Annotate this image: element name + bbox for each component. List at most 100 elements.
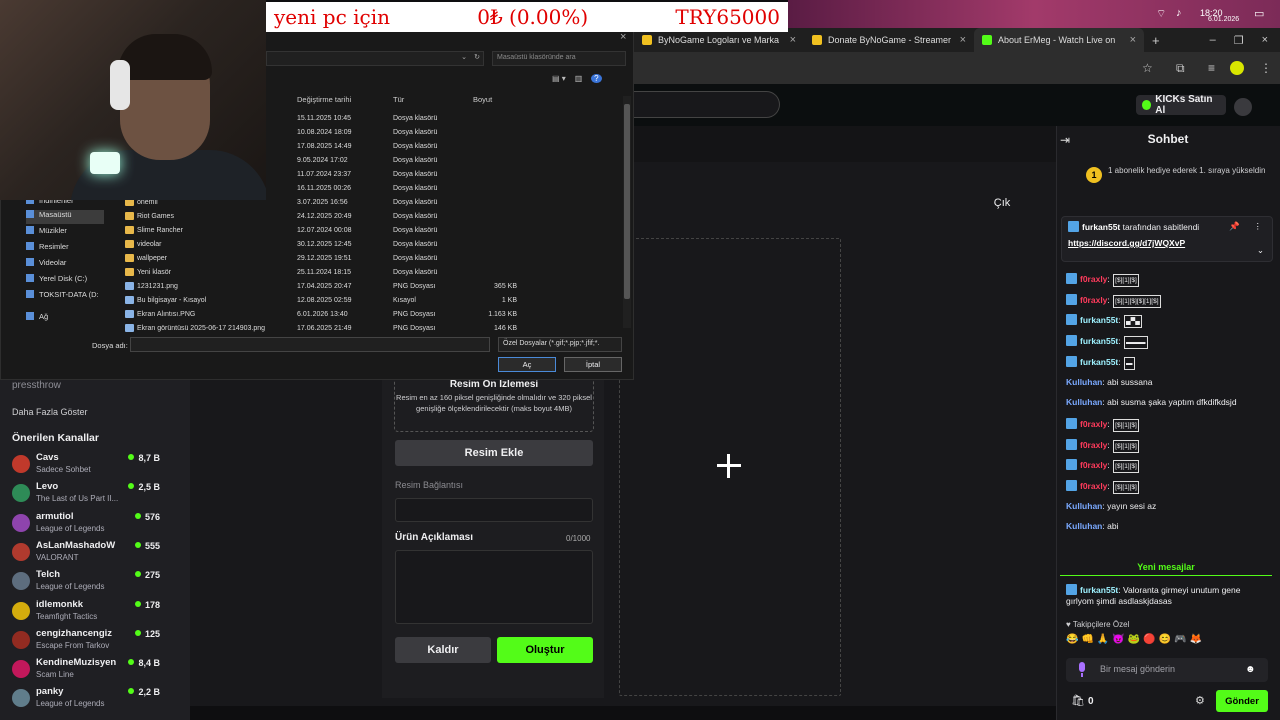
chat-username[interactable]: Kulluhan [1066, 501, 1102, 511]
nav-item[interactable]: Ağ [26, 312, 104, 326]
recommended-channel-item[interactable]: panky League of Legends 2,2 B [10, 686, 180, 715]
tab-close-icon[interactable]: × [790, 34, 796, 46]
scrollbar-thumb[interactable] [624, 104, 630, 299]
emoji-picker-icon[interactable]: ☻ [1245, 664, 1256, 675]
filetype-select[interactable]: Özel Dosyalar (*.gif;*.pjp;*.jfif;*. [498, 337, 622, 352]
recommended-channel-item[interactable]: armutiol League of Legends 576 [10, 511, 180, 540]
chevron-down-icon[interactable]: ⌄ [1257, 245, 1264, 256]
create-button[interactable]: Oluştur [497, 637, 593, 663]
exit-button[interactable]: Çık [980, 192, 1024, 214]
chat-settings-gear-icon[interactable]: ⚙ [1195, 694, 1205, 707]
send-message-button[interactable]: Gönder [1216, 690, 1268, 712]
file-row[interactable]: videolar 30.12.2025 12:45 Dosya klasörü [120, 238, 620, 252]
channel-points-icon[interactable]: 🛍 [1071, 694, 1085, 707]
new-messages-divider[interactable]: Yeni mesajlar [1060, 562, 1272, 576]
chat-username[interactable]: Kulluhan [1066, 397, 1102, 407]
tab-donate-bynogame[interactable]: Donate ByNoGame - Streamer × [804, 28, 974, 52]
chat-username[interactable]: f0raxly [1080, 295, 1107, 305]
chat-username[interactable]: furkan55t [1080, 336, 1118, 346]
buy-kicks-button[interactable]: KICKs Satın Al [1136, 94, 1226, 116]
address-bar[interactable]: ⌄ ↻ [266, 51, 484, 66]
nav-item[interactable]: Resimler [26, 242, 104, 256]
nav-item[interactable]: Müzikler [26, 226, 104, 240]
help-icon[interactable]: ? [591, 74, 602, 83]
emote-bar[interactable]: 😂👊🙏😈🐸🔴😊🎮🦊 [1066, 634, 1266, 650]
add-image-button[interactable]: Resim Ekle [395, 440, 593, 466]
open-button[interactable]: Aç [498, 357, 556, 372]
view-options[interactable]: ▤ ▾ ▥ ? [552, 74, 602, 83]
pinned-menu-icon[interactable]: ⋮ [1254, 221, 1263, 232]
bookmark-star-icon[interactable]: ☆ [1142, 61, 1156, 75]
minimize-icon[interactable]: – [1210, 34, 1216, 47]
dialog-search-input[interactable]: Masaüstü klasöründe ara [492, 51, 626, 66]
chat-username[interactable]: Kulluhan [1066, 521, 1102, 531]
nav-item[interactable]: Masaüstü [26, 210, 104, 224]
dialog-close-icon[interactable]: × [620, 31, 626, 43]
chat-message-input[interactable]: Bir mesaj gönderin [1066, 658, 1268, 682]
chat-username[interactable]: Kulluhan [1066, 377, 1102, 387]
nav-item[interactable]: Yerel Disk (C:) [26, 274, 104, 288]
chat-username[interactable]: f0raxly [1080, 460, 1107, 470]
user-avatar[interactable] [1234, 98, 1252, 116]
notification-icon[interactable]: ▭ [1254, 7, 1264, 20]
chat-username[interactable]: furkan55t [1080, 357, 1118, 367]
extensions-icon[interactable]: ⧉ [1176, 61, 1190, 75]
chat-username[interactable]: f0raxly [1080, 481, 1107, 491]
filename-input[interactable] [130, 337, 490, 352]
file-row[interactable]: Ekran Alıntısı.PNG 6.01.2026 13:40 PNG Dos… [120, 308, 620, 322]
microphone-icon[interactable] [1077, 662, 1087, 678]
chat-username[interactable]: furkan55t [1080, 315, 1118, 325]
volume-icon[interactable]: ♪ [1176, 7, 1182, 19]
nav-item[interactable]: Videolar [26, 258, 104, 272]
menu-dots-icon[interactable]: ⋮ [1260, 61, 1274, 75]
pinned-by-user[interactable]: furkan55t [1082, 222, 1120, 232]
sidebar-channel-partial[interactable]: pressthrow [12, 380, 61, 391]
file-date: 11.07.2024 23:37 [297, 171, 351, 178]
cancel-button[interactable]: İptal [564, 357, 622, 372]
close-window-icon[interactable]: × [1262, 34, 1268, 47]
recommended-channel-item[interactable]: cengizhancengiz Escape From Tarkov 125 [10, 628, 180, 657]
pin-icon[interactable]: 📌 [1229, 221, 1240, 232]
product-description-textarea[interactable] [395, 550, 593, 624]
pinned-link[interactable]: https://discord.gg/d7jWQXvP [1068, 238, 1266, 248]
chat-username[interactable]: f0raxly [1080, 274, 1107, 284]
tab-close-icon[interactable]: × [1130, 34, 1136, 46]
chat-username[interactable]: furkan55t [1080, 585, 1118, 595]
image-link-input[interactable] [395, 498, 593, 522]
column-date[interactable]: Değiştirme tarihi [297, 95, 351, 104]
site-search-input[interactable] [634, 91, 780, 118]
nav-item-label: Ağ [39, 312, 49, 321]
column-size[interactable]: Boyut [473, 95, 492, 104]
file-row[interactable]: wallpeper 29.12.2025 19:51 Dosya klasörü [120, 252, 620, 266]
file-row[interactable]: Slime Rancher 12.07.2024 00:08 Dosya klasö… [120, 224, 620, 238]
new-tab-button[interactable]: + [1144, 28, 1184, 52]
refresh-icon[interactable]: ↻ [474, 53, 480, 61]
nav-item[interactable]: TOKSIT-DATA (D: [26, 290, 104, 304]
chevron-down-icon[interactable]: ⌄ [461, 53, 467, 61]
file-row[interactable]: Bu bilgisayar - Kısayol 12.08.2025 02:59 K… [120, 294, 620, 308]
file-row[interactable]: Ekran görüntüsü 2025-06-17 214903.png 17.… [120, 322, 620, 336]
channel-game: League of Legends [36, 699, 105, 709]
chat-username[interactable]: f0raxly [1080, 440, 1107, 450]
restore-icon[interactable]: ❐ [1234, 34, 1244, 47]
chat-username[interactable]: f0raxly [1080, 419, 1107, 429]
recommended-channel-item[interactable]: AsLanMashadoW VALORANT 555 [10, 540, 180, 569]
recommended-channel-item[interactable]: Levo The Last of Us Part II... 2,5 B [10, 481, 180, 510]
media-control-icon[interactable]: ≡ [1208, 61, 1222, 75]
tab-about-ermeg[interactable]: About ErMeg - Watch Live on × [974, 28, 1144, 52]
recommended-channel-item[interactable]: Cavs Sadece Sohbet 8,7 B [10, 452, 180, 481]
wifi-icon[interactable]: ⌔ [1156, 7, 1166, 21]
recommended-channel-item[interactable]: KendineMuzisyen Scam Line 8,4 B [10, 657, 180, 686]
file-row[interactable]: 1231231.png 17.04.2025 20:47 PNG Dosyası 36… [120, 280, 620, 294]
image-preview-box[interactable]: Resim Ön İzlemesi Resim en az 160 piksel… [394, 376, 594, 432]
profile-avatar-icon[interactable] [1230, 61, 1244, 75]
plus-icon[interactable] [716, 453, 742, 479]
column-type[interactable]: Tür [393, 95, 404, 104]
recommended-channel-item[interactable]: idlemonkk Teamfight Tactics 178 [10, 599, 180, 628]
tab-close-icon[interactable]: × [960, 34, 966, 46]
recommended-channel-item[interactable]: Telch League of Legends 275 [10, 569, 180, 598]
remove-button[interactable]: Kaldır [395, 637, 491, 663]
file-row[interactable]: Riot Games 24.12.2025 20:49 Dosya klasörü [120, 210, 620, 224]
file-row[interactable]: Yeni klasör 25.11.2024 18:15 Dosya klasörü [120, 266, 620, 280]
show-more-link[interactable]: Daha Fazla Göster [12, 407, 88, 417]
